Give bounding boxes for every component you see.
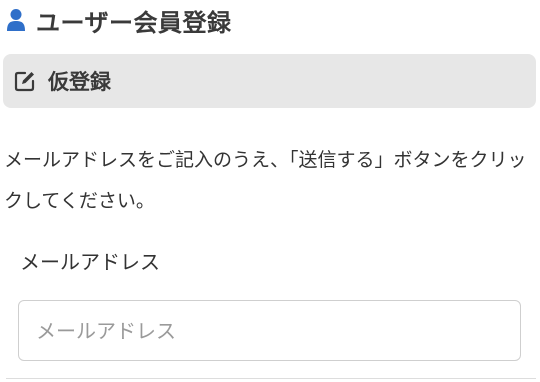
page-title: ユーザー会員登録 — [36, 8, 232, 37]
section-title: 仮登録 — [48, 70, 111, 94]
instructions-text: メールアドレスをご記入のうえ、「送信する」ボタンをクリックしてください。 — [4, 149, 527, 212]
page-header: ユーザー会員登録 — [6, 0, 232, 40]
email-input[interactable] — [18, 300, 521, 361]
divider — [6, 378, 536, 379]
email-label: メールアドレス — [20, 250, 160, 274]
section-header: 仮登録 — [3, 54, 536, 108]
user-icon — [6, 8, 26, 32]
edit-icon — [14, 70, 36, 92]
